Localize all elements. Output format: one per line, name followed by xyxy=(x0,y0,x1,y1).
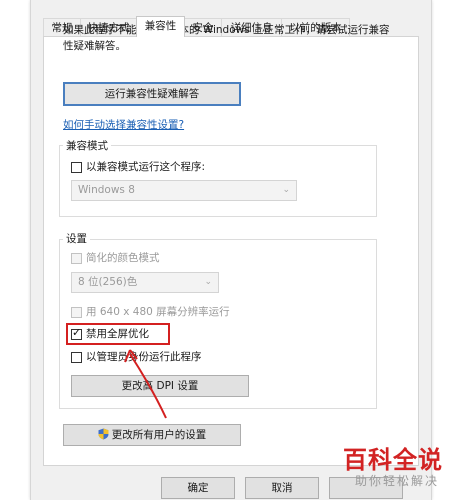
watermark-title: 百科全说 xyxy=(343,446,443,474)
watermark-subtitle: 助你轻松解决 xyxy=(354,474,439,488)
annotation-arrow-icon xyxy=(124,349,167,419)
tab-compatibility[interactable]: 兼容性 xyxy=(136,16,185,37)
